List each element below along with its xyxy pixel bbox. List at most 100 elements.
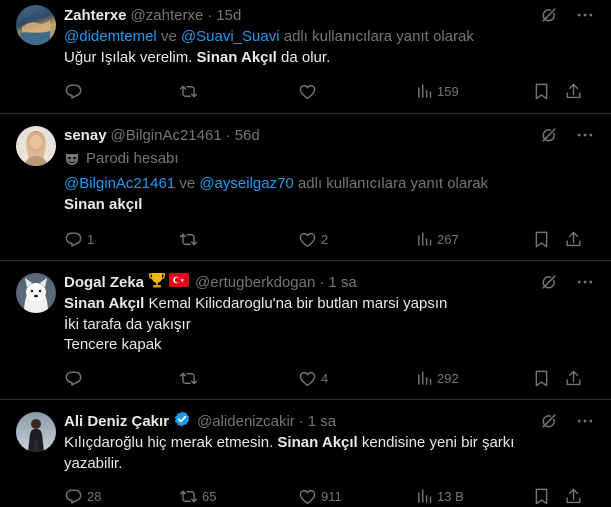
user-handle[interactable]: @BilginAc21461 <box>111 127 222 144</box>
timeline-feed: Zahterxe @zahterxe · 15d @didemtemel ve … <box>0 0 611 507</box>
display-name[interactable]: Ali Deniz Çakır <box>64 413 169 430</box>
reply-icon <box>64 230 83 249</box>
bookmark-button[interactable] <box>532 486 551 506</box>
grok-icon[interactable] <box>539 272 559 292</box>
tweet-header: Dogal Zeka @ertugberkdogan · 1 sa <box>64 272 357 292</box>
views-icon <box>416 488 433 505</box>
views-button[interactable]: 292 <box>416 368 459 388</box>
avatar[interactable] <box>16 412 56 452</box>
avatar[interactable] <box>16 126 56 166</box>
mention-link[interactable]: @didemtemel <box>64 28 157 45</box>
timestamp[interactable]: 15d <box>216 7 241 24</box>
repost-icon <box>179 82 198 101</box>
separator-dot: · <box>207 6 213 24</box>
timestamp[interactable]: 56d <box>235 127 260 144</box>
grok-icon[interactable] <box>539 125 559 145</box>
like-icon <box>298 369 317 388</box>
timestamp[interactable]: 1 sa <box>328 274 356 291</box>
tweet[interactable]: Zahterxe @zahterxe · 15d @didemtemel ve … <box>0 0 611 114</box>
share-icon <box>564 369 583 388</box>
user-handle[interactable]: @alidenizcakir <box>197 413 295 430</box>
highlight-text: Sinan akçıl <box>64 196 143 213</box>
reply-count: 28 <box>87 488 102 504</box>
like-icon <box>298 230 317 249</box>
repost-button[interactable] <box>179 368 202 388</box>
display-name[interactable]: senay <box>64 127 107 144</box>
like-button[interactable]: 2 <box>298 229 328 249</box>
reply-and: ve <box>160 28 177 45</box>
repost-button[interactable] <box>179 81 202 101</box>
share-button[interactable] <box>564 486 583 506</box>
more-icon[interactable] <box>575 272 595 292</box>
repost-icon <box>179 487 198 506</box>
share-icon <box>564 230 583 249</box>
like-count: 4 <box>321 370 329 386</box>
tweet-actions: 28 65 911 13 B <box>64 486 595 506</box>
more-icon[interactable] <box>575 5 595 25</box>
mention-link[interactable]: @Suavi_Suavi <box>181 28 280 45</box>
reply-button[interactable]: 28 <box>64 486 101 506</box>
tweet-header: senay @BilginAc21461 · 56d <box>64 125 260 145</box>
views-icon <box>416 231 433 248</box>
bookmark-icon <box>532 487 551 506</box>
tweet-top-actions <box>539 5 595 25</box>
text-segment: Kemal Kilicdaroglu'na bir butlan marsi y… <box>144 295 448 312</box>
views-button[interactable]: 13 B <box>416 486 464 506</box>
parody-label: Parodi hesabı <box>64 149 179 169</box>
like-button[interactable]: 911 <box>298 486 342 506</box>
mention-link[interactable]: @ayseilgaz70 <box>199 175 293 192</box>
grok-icon[interactable] <box>539 411 559 431</box>
text-segment: da olur. <box>276 49 331 66</box>
views-button[interactable]: 267 <box>416 229 459 249</box>
user-handle[interactable]: @zahterxe <box>131 7 204 24</box>
repost-icon <box>179 369 198 388</box>
verified-badge-icon <box>173 410 191 432</box>
like-button[interactable]: 4 <box>298 368 328 388</box>
share-button[interactable] <box>564 368 583 388</box>
bookmark-button[interactable] <box>532 368 551 388</box>
repost-button[interactable] <box>179 229 202 249</box>
tweet-header: Zahterxe @zahterxe · 15d <box>64 5 241 25</box>
avatar[interactable] <box>16 5 56 45</box>
share-button[interactable] <box>564 229 583 249</box>
tweet[interactable]: Ali Deniz Çakır @alidenizcakir · 1 sa Kı… <box>0 400 611 507</box>
reply-count: 1 <box>87 231 95 247</box>
more-icon[interactable] <box>575 125 595 145</box>
reply-icon <box>64 369 83 388</box>
reply-button[interactable] <box>64 368 87 388</box>
repost-count: 65 <box>202 488 217 504</box>
tweet-text-line: yazabilir. <box>64 455 123 472</box>
reply-button[interactable] <box>64 81 87 101</box>
timestamp[interactable]: 1 sa <box>308 413 336 430</box>
bookmark-button[interactable] <box>532 229 551 249</box>
text-segment: Uğur Işılak verelim. <box>64 49 197 66</box>
bookmark-button[interactable] <box>532 81 551 101</box>
user-handle[interactable]: @ertugberkdogan <box>195 274 315 291</box>
reply-button[interactable]: 1 <box>64 229 94 249</box>
share-button[interactable] <box>564 81 583 101</box>
parody-text: Parodi hesabı <box>86 150 179 167</box>
text-segment: kendisine yeni bir şarkı <box>357 434 515 451</box>
like-count: 2 <box>321 231 329 247</box>
tweet-actions: 1 2 267 <box>64 229 595 249</box>
views-button[interactable]: 159 <box>416 81 459 101</box>
avatar[interactable] <box>16 273 56 313</box>
reply-suffix: adlı kullanıcılara yanıt olarak <box>283 28 474 45</box>
tweet[interactable]: senay @BilginAc21461 · 56d Parodi hesabı… <box>0 114 611 261</box>
mention-link[interactable]: @BilginAc21461 <box>64 175 175 192</box>
separator-dot: · <box>225 126 231 144</box>
parody-mask-icon <box>66 154 78 165</box>
tweet[interactable]: Dogal Zeka @ertugberkdogan · 1 sa Sinan … <box>0 261 611 400</box>
tweet-text: Sinan akçıl <box>64 195 142 215</box>
more-icon[interactable] <box>575 411 595 431</box>
tweet-header: Ali Deniz Çakır @alidenizcakir · 1 sa <box>64 411 336 431</box>
like-button[interactable] <box>298 81 321 101</box>
display-name[interactable]: Zahterxe <box>64 7 127 24</box>
text-segment: Kılıçdaroğlu hiç merak etmesin. <box>64 434 278 451</box>
like-icon <box>298 82 317 101</box>
repost-button[interactable]: 65 <box>179 486 216 506</box>
grok-icon[interactable] <box>539 5 559 25</box>
tweet-top-actions <box>539 125 595 145</box>
tweet-actions: 4 292 <box>64 368 595 388</box>
display-name[interactable]: Dogal Zeka <box>64 274 144 291</box>
